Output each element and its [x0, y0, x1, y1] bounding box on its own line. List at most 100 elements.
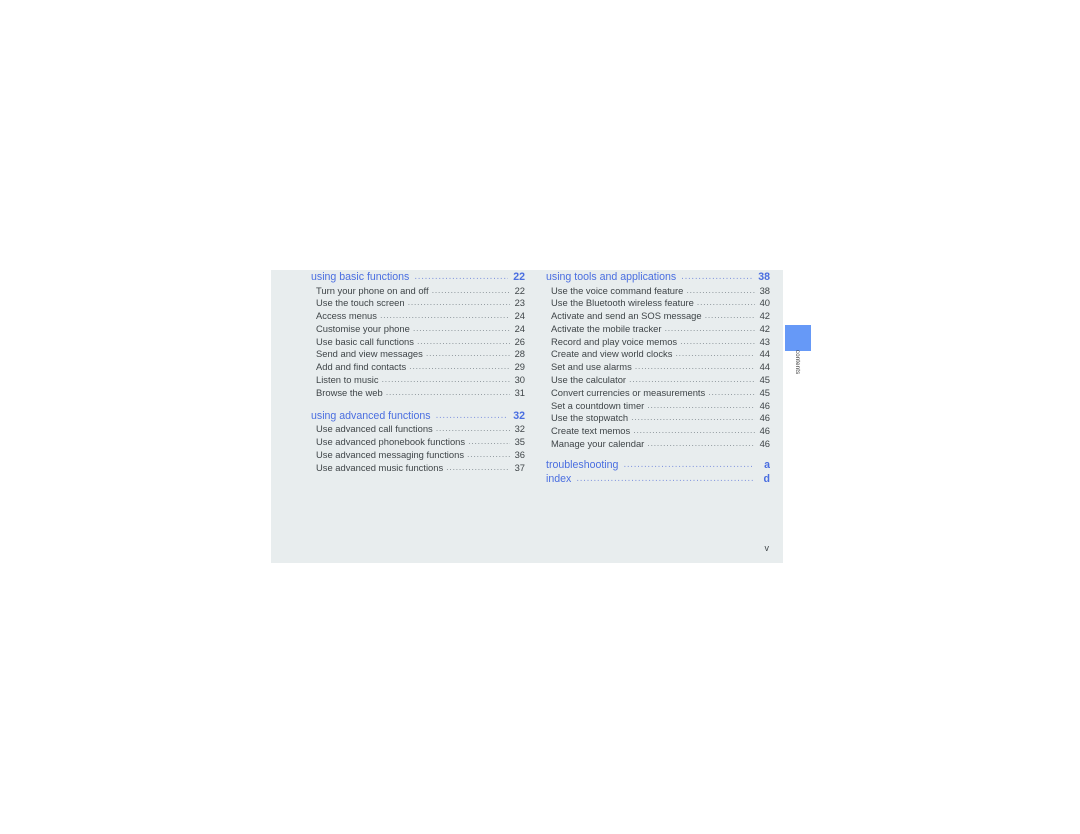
toc-leader-dots: ........................................… — [409, 361, 510, 372]
toc-entry-label: Use the Bluetooth wireless feature — [551, 297, 694, 309]
toc-entry[interactable]: Activate the mobile tracker.............… — [546, 323, 770, 336]
toc-entry-label: Manage your calendar — [551, 438, 645, 450]
toc-leader-dots: ........................................… — [431, 284, 510, 295]
toc-entry[interactable]: Use basic call functions................… — [311, 336, 525, 349]
toc-leader-dots: ........................................… — [708, 386, 755, 397]
contents-side-tab — [785, 325, 811, 351]
toc-entry[interactable]: Access menus............................… — [311, 310, 525, 323]
toc-section-heading-label: using advanced functions — [311, 409, 431, 422]
toc-entry-label: Activate the mobile tracker — [551, 322, 662, 334]
toc-page-number: 32 — [514, 423, 525, 435]
toc-leader-dots: ........................................… — [629, 374, 755, 385]
toc-entry-label: Use advanced phonebook functions — [316, 435, 466, 447]
toc-entry[interactable]: Manage your calendar....................… — [546, 438, 770, 451]
toc-entry[interactable]: Record and play voice memos.............… — [546, 336, 770, 349]
toc-leader-dots: ........................................… — [416, 335, 510, 346]
toc-leader-dots: ........................................… — [647, 438, 755, 449]
toc-entry[interactable]: Add and find contacts...................… — [311, 361, 525, 374]
toc-entry[interactable]: Activate and send an SOS message........… — [546, 310, 770, 323]
toc-entry[interactable]: Use the touch screen....................… — [311, 297, 525, 310]
toc-page-number: 22 — [514, 284, 525, 296]
toc-entry-label: Use the touch screen — [316, 297, 405, 309]
toc-entry[interactable]: Customise your phone....................… — [311, 323, 525, 336]
toc-entry-label: Use the stopwatch — [551, 412, 629, 424]
toc-leader-dots: ........................................… — [675, 348, 755, 359]
toc-leader-dots: ........................................… — [704, 310, 755, 321]
toc-entry-label: Listen to music — [316, 374, 379, 386]
toc-page-number: 30 — [514, 374, 525, 386]
toc-entry[interactable]: Set and use alarms......................… — [546, 361, 770, 374]
toc-page-number: 23 — [514, 297, 525, 309]
toc-page-number: 46 — [759, 399, 770, 411]
toc-entry-label: Create and view world clocks — [551, 348, 673, 360]
toc-leader-dots: ........................................… — [414, 271, 508, 282]
toc-entry[interactable]: Use the stopwatch.......................… — [546, 412, 770, 425]
toc-page-number: d — [763, 473, 770, 486]
toc-page-number: 44 — [759, 348, 770, 360]
toc-entry[interactable]: Use advanced phonebook functions........… — [311, 436, 525, 449]
toc-section-heading[interactable]: troubleshooting.........................… — [546, 458, 770, 473]
toc-entry-label: Send and view messages — [316, 348, 423, 360]
toc-entry[interactable]: Use advanced messaging functions........… — [311, 449, 525, 462]
toc-leader-dots: ........................................… — [623, 458, 753, 470]
toc-entry[interactable]: Use the calculator......................… — [546, 374, 770, 387]
toc-entry[interactable]: Turn your phone on and off..............… — [311, 285, 525, 298]
page-folio: v — [764, 543, 770, 553]
toc-page-number: 46 — [759, 412, 770, 424]
toc-page-number: 46 — [759, 438, 770, 450]
toc-section-heading-label: using basic functions — [311, 271, 410, 283]
toc-page-number: 45 — [759, 374, 770, 386]
toc-leader-dots: ........................................… — [379, 310, 510, 321]
toc-section-heading[interactable]: using advanced functions................… — [311, 409, 525, 424]
toc-entry[interactable]: Use advanced music functions............… — [311, 462, 525, 475]
toc-page-number: 24 — [514, 322, 525, 334]
toc-leader-dots: ........................................… — [467, 448, 510, 459]
toc-page-number: 24 — [514, 310, 525, 322]
toc-entry-label: Use advanced call functions — [316, 423, 433, 435]
toc-entry[interactable]: Create and view world clocks............… — [546, 348, 770, 361]
toc-page-number: 26 — [514, 335, 525, 347]
toc-entry[interactable]: Use the voice command feature...........… — [546, 285, 770, 298]
toc-leader-dots: ........................................… — [696, 297, 755, 308]
toc-page-number: 37 — [514, 461, 525, 473]
toc-entry[interactable]: Send and view messages..................… — [311, 348, 525, 361]
toc-page-number: 43 — [759, 335, 770, 347]
toc-column-left: using basic functions...................… — [311, 270, 525, 474]
toc-entry[interactable]: Use the Bluetooth wireless feature......… — [546, 297, 770, 310]
toc-leader-dots: ........................................… — [407, 297, 510, 308]
toc-section-heading-label: index — [546, 473, 572, 486]
toc-leader-dots: ........................................… — [633, 425, 755, 436]
toc-entry-label: Use advanced messaging functions — [316, 448, 465, 460]
toc-entry[interactable]: Create text memos.......................… — [546, 425, 770, 438]
toc-entry-label: Set a countdown timer — [551, 399, 645, 411]
toc-page-number: 40 — [759, 297, 770, 309]
toc-section-heading[interactable]: using tools and applications............… — [546, 270, 770, 285]
toc-entry[interactable]: Listen to music.........................… — [311, 374, 525, 387]
toc-entry-label: Use the voice command feature — [551, 284, 684, 296]
toc-section-heading-label: using tools and applications — [546, 271, 677, 283]
contents-side-tab-label: contents — [794, 350, 800, 375]
toc-entry[interactable]: Browse the web..........................… — [311, 387, 525, 400]
toc-entry-label: Use the calculator — [551, 374, 627, 386]
toc-leader-dots: ........................................… — [647, 399, 755, 410]
toc-entry[interactable]: Convert currencies or measurements......… — [546, 387, 770, 400]
toc-entry-label: Access menus — [316, 310, 377, 322]
toc-leader-dots: ........................................… — [412, 322, 510, 333]
toc-entry[interactable]: Set a countdown timer...................… — [546, 400, 770, 413]
toc-leader-dots: ........................................… — [446, 461, 510, 472]
toc-entry-label: Browse the web — [316, 386, 383, 398]
toc-entry[interactable]: Use advanced call functions.............… — [311, 423, 525, 436]
toc-leader-dots: ........................................… — [634, 361, 755, 372]
toc-leader-dots: ........................................… — [681, 271, 753, 282]
toc-leader-dots: ........................................… — [385, 386, 510, 397]
toc-leader-dots: ........................................… — [425, 348, 510, 359]
toc-page-number: 42 — [759, 310, 770, 322]
toc-section-heading[interactable]: index...................................… — [546, 472, 770, 487]
toc-page-number: 45 — [759, 386, 770, 398]
toc-leader-dots: ........................................… — [686, 284, 755, 295]
toc-entry-label: Activate and send an SOS message — [551, 310, 702, 322]
toc-section-heading[interactable]: using basic functions...................… — [311, 270, 525, 285]
toc-entry-label: Create text memos — [551, 425, 631, 437]
toc-spacer — [546, 451, 770, 458]
toc-page-number: 46 — [759, 425, 770, 437]
